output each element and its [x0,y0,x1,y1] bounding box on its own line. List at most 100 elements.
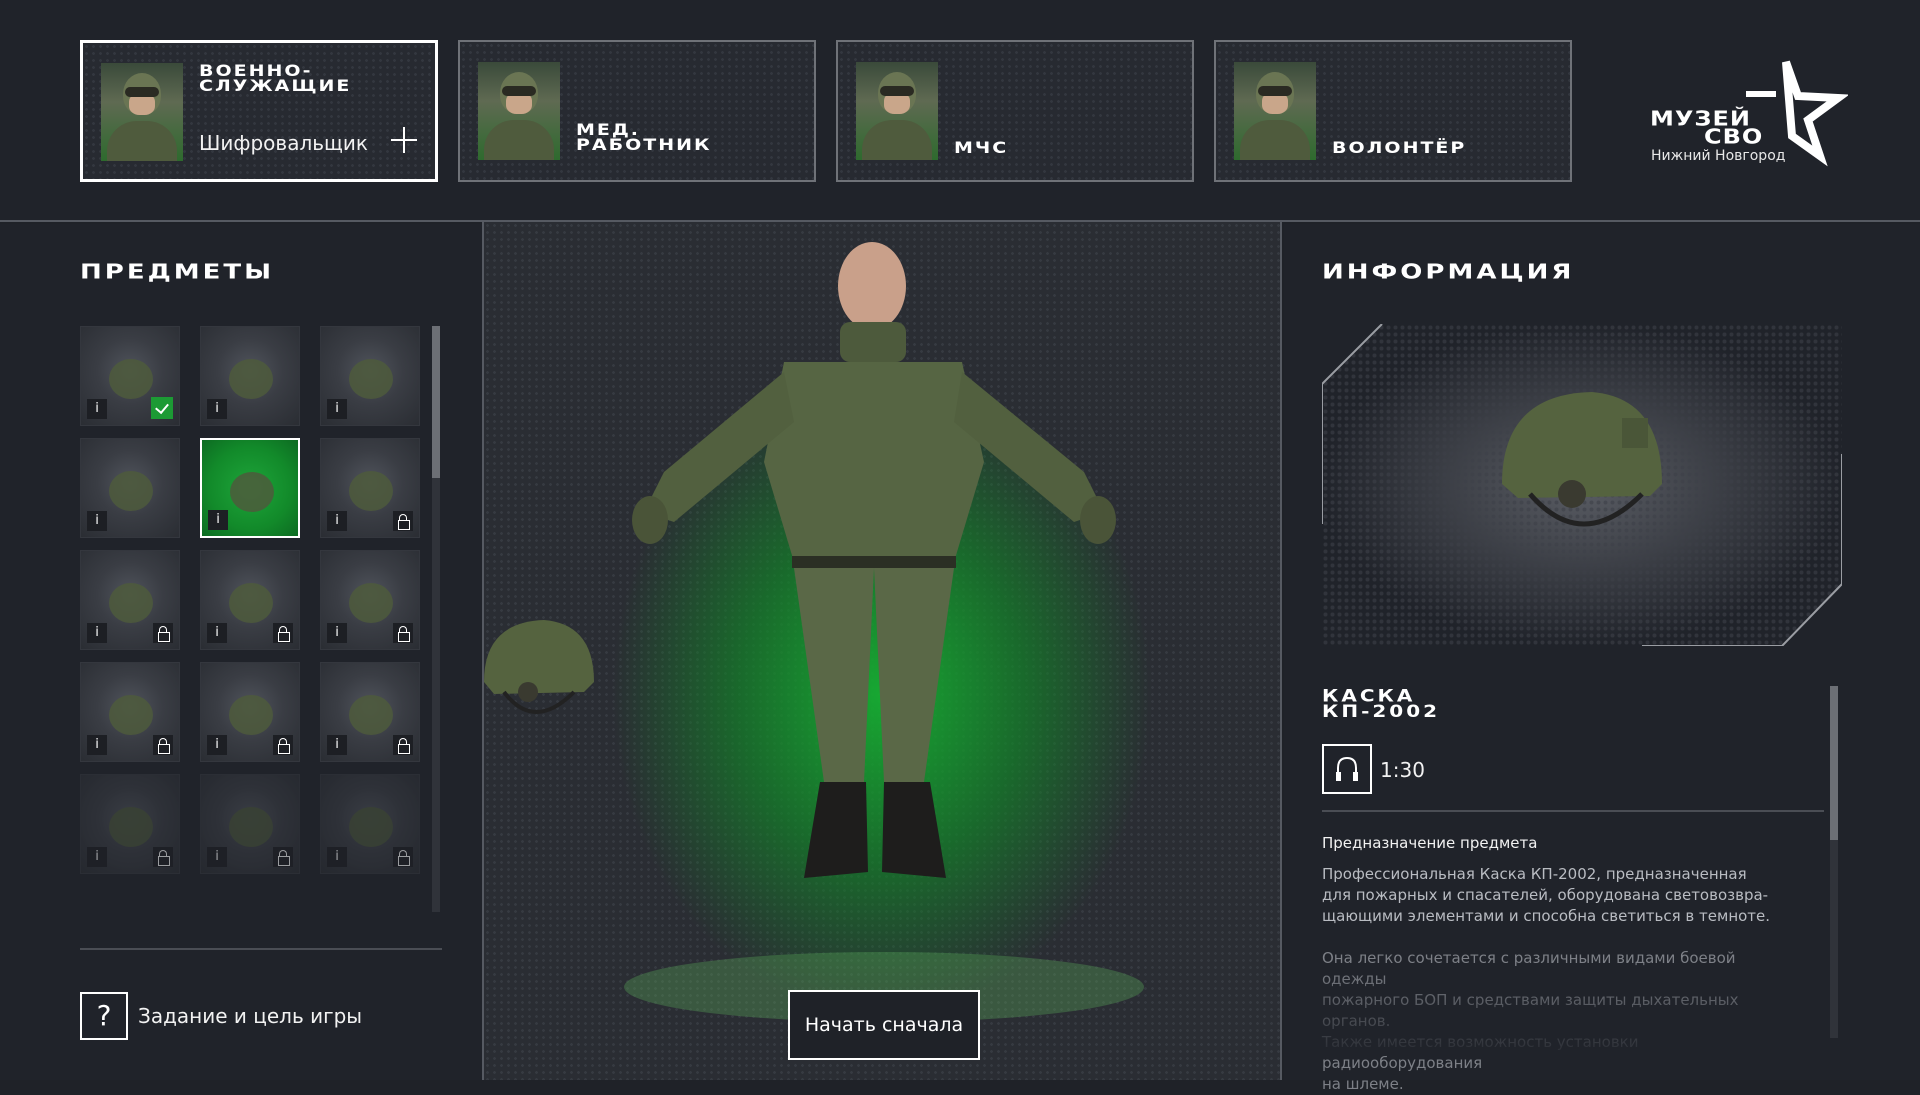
item-name: КАСКА КП-2002 [1322,685,1441,722]
lock-icon [393,511,413,531]
character-viewport[interactable]: Начать сначала [482,222,1282,1080]
check-icon [151,397,173,419]
helmet-model [484,620,594,714]
role-title-volunteer: ВОЛОНТЁР [1332,138,1467,157]
lock-icon [393,623,413,643]
help-label[interactable]: Задание и цель игры [138,1004,362,1028]
item-cell[interactable]: i [80,662,180,762]
logo-line2: СВО [1704,124,1764,149]
info-icon[interactable]: i [327,847,347,867]
item-cell[interactable]: i [200,662,300,762]
military-portrait [101,63,183,161]
museum-logo: МУЗЕЙ СВО Нижний Новгород [1648,56,1848,176]
restart-button[interactable]: Начать сначала [788,990,980,1060]
info-icon[interactable]: i [87,847,107,867]
item-cell[interactable]: i [200,438,300,538]
description-paragraph-1: Профессиональная Каска КП-2002, предназн… [1322,864,1802,927]
rifle-icon [221,789,281,859]
info-icon[interactable]: i [87,511,107,531]
audio-duration: 1:30 [1380,758,1425,782]
audio-button[interactable] [1322,744,1372,794]
role-card-mchs[interactable]: МЧС [836,40,1194,182]
info-icon[interactable]: i [327,511,347,531]
role-card-military[interactable]: ВОЕННО- СЛУЖАЩИЕ Шифровальщик [80,40,438,182]
info-scrollbar[interactable] [1830,686,1838,1038]
item-cell[interactable]: i [80,326,180,426]
info-icon[interactable]: i [87,623,107,643]
goggles-icon [341,677,401,747]
item-cell[interactable]: i [80,774,180,874]
items-scrollbar[interactable] [432,326,440,912]
item-cell[interactable]: i [320,550,420,650]
headphones-icon [1336,756,1358,781]
item-cell[interactable]: i [200,550,300,650]
description-line: для пожарных и спасателей, оборудована с… [1322,886,1769,904]
info-panel: ИНФОРМАЦИЯ КАСКА КП-2002 1:30 Предназнач… [1284,224,1920,1093]
info-icon[interactable]: i [87,399,107,419]
role-subtitle: Шифровальщик [199,131,368,155]
info-title: ИНФОРМАЦИЯ [1322,260,1575,284]
role-card-medic[interactable]: МЕД. РАБОТНИК [458,40,816,182]
lock-icon [273,847,293,867]
items-panel: ПРЕДМЕТЫ i i i i i i i i i i i i i i i ? Задание и цел… [0,224,482,1080]
help-button[interactable]: ? [80,992,128,1040]
rifle-icon [221,677,281,747]
lock-icon [393,735,413,755]
goggles-icon [341,453,401,523]
radio-icon [101,677,161,747]
item-preview [1322,324,1842,646]
item-cell[interactable]: i [320,438,420,538]
item-cell[interactable]: i [320,326,420,426]
lock-icon [153,847,173,867]
divider [80,948,442,950]
helmet-icon [222,454,282,524]
gloves-icon [221,341,281,411]
helmet-preview-icon [1502,392,1662,527]
lock-icon [393,847,413,867]
info-icon[interactable]: i [207,623,227,643]
info-icon[interactable]: i [87,735,107,755]
info-icon[interactable]: i [327,623,347,643]
item-cell[interactable]: i [200,774,300,874]
item-cell[interactable]: i [80,550,180,650]
goggles-icon [341,789,401,859]
info-icon[interactable]: i [207,399,227,419]
item-cell[interactable]: i [200,326,300,426]
rifle-icon [221,565,281,635]
belt-icon [101,453,161,523]
plus-icon[interactable] [391,127,417,153]
divider [1322,810,1824,812]
lock-icon [273,735,293,755]
volunteer-portrait [1234,62,1316,160]
info-icon[interactable]: i [208,510,228,530]
description-line: Профессиональная Каска КП-2002, предназн… [1322,865,1747,883]
soldier-figure [632,242,1116,878]
lock-icon [153,735,173,755]
description-line: щающими элементами и способна светиться … [1322,907,1771,925]
radio-icon [101,565,161,635]
items-title: ПРЕДМЕТЫ [80,260,275,284]
mchs-portrait [856,62,938,160]
lock-icon [273,623,293,643]
item-cell[interactable]: i [320,774,420,874]
vest-icon [341,341,401,411]
medic-portrait [478,62,560,160]
header-bar: ВОЕННО- СЛУЖАЩИЕ Шифровальщик МЕД. РАБОТ… [0,0,1920,222]
role-title-military: ВОЕННО- СЛУЖАЩИЕ [199,61,352,96]
item-cell[interactable]: i [320,662,420,762]
role-title-mchs: МЧС [954,138,1009,157]
item-cell[interactable]: i [80,438,180,538]
description-line: на шлеме. [1322,1075,1404,1093]
purpose-title: Предназначение предмета [1322,834,1538,852]
info-icon[interactable]: i [327,399,347,419]
goggles-icon [341,565,401,635]
role-title-medic: МЕД. РАБОТНИК [576,120,712,155]
info-icon[interactable]: i [207,847,227,867]
info-icon[interactable]: i [207,735,227,755]
radio-icon [101,789,161,859]
lock-icon [153,623,173,643]
description-fade [1322,964,1822,1054]
logo-city: Нижний Новгород [1651,148,1786,164]
info-icon[interactable]: i [327,735,347,755]
role-card-volunteer[interactable]: ВОЛОНТЁР [1214,40,1572,182]
